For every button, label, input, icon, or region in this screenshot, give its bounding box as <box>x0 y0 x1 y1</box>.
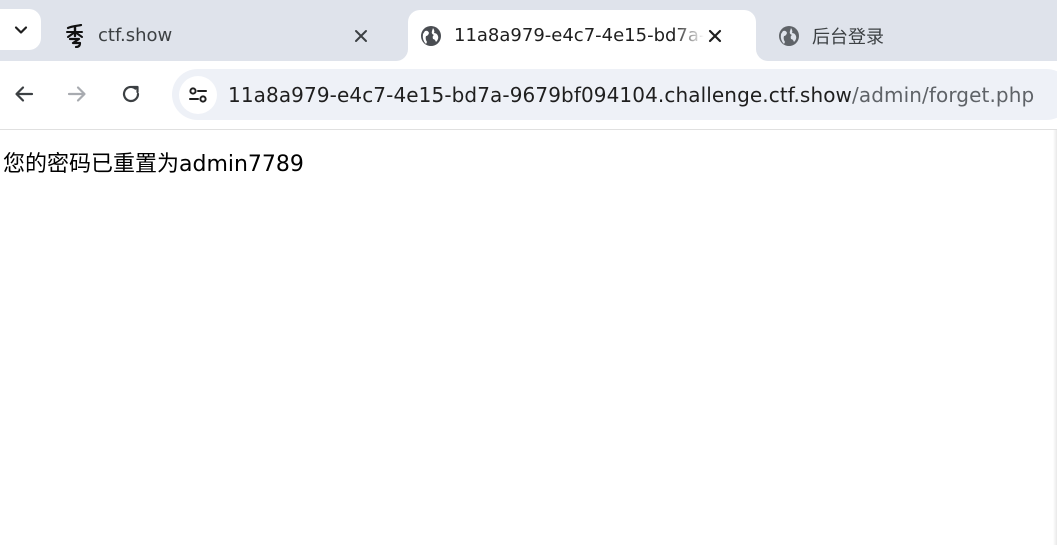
tab-title: 11a8a979-e4c7-4e15-bd7a-9679bf094104.cha… <box>454 25 704 46</box>
tab-title: ctf.show <box>98 25 173 46</box>
close-tab-button[interactable] <box>350 25 372 47</box>
globe-icon <box>420 25 442 47</box>
arrow-right-icon <box>67 86 86 102</box>
forward-button[interactable] <box>59 76 95 112</box>
site-info-button[interactable] <box>179 75 217 114</box>
close-icon <box>355 29 367 42</box>
tab-admin-login[interactable]: 后台登录 <box>778 10 1048 61</box>
globe-icon <box>778 25 800 47</box>
address-bar[interactable]: 11a8a979-e4c7-4e15-bd7a-9679bf094104.cha… <box>172 69 1057 120</box>
scrollbar-edge <box>1053 130 1057 545</box>
reload-icon <box>122 85 140 103</box>
tab-search-button[interactable] <box>0 9 41 50</box>
arrow-left-icon <box>15 86 34 102</box>
close-icon <box>708 29 722 42</box>
tab-strip: ctf.show 11a8a979-e4c7-4e15-bd7a-9679bf0… <box>0 0 1057 61</box>
browser-window: ctf.show 11a8a979-e4c7-4e15-bd7a-9679bf0… <box>0 0 1057 545</box>
chevron-down-icon <box>14 25 27 34</box>
url-text[interactable]: 11a8a979-e4c7-4e15-bd7a-9679bf094104.cha… <box>228 83 1034 107</box>
tab-ctfshow[interactable]: ctf.show <box>64 10 394 61</box>
reload-button[interactable] <box>113 76 149 112</box>
url-host: 11a8a979-e4c7-4e15-bd7a-9679bf094104.cha… <box>228 82 853 107</box>
page-content: 您的密码已重置为admin7789 <box>0 130 1057 545</box>
tab-forget-php[interactable]: 11a8a979-e4c7-4e15-bd7a-9679bf094104.cha… <box>408 10 756 61</box>
navigation-toolbar: 11a8a979-e4c7-4e15-bd7a-9679bf094104.cha… <box>0 61 1057 130</box>
back-button[interactable] <box>6 76 42 112</box>
url-path: /admin/forget.php <box>852 82 1035 107</box>
ctfshow-logo-icon <box>64 23 86 48</box>
tab-title: 后台登录 <box>812 26 884 48</box>
reset-message: 您的密码已重置为admin7789 <box>3 152 304 177</box>
close-tab-button[interactable] <box>704 25 726 47</box>
tune-icon <box>189 86 207 103</box>
